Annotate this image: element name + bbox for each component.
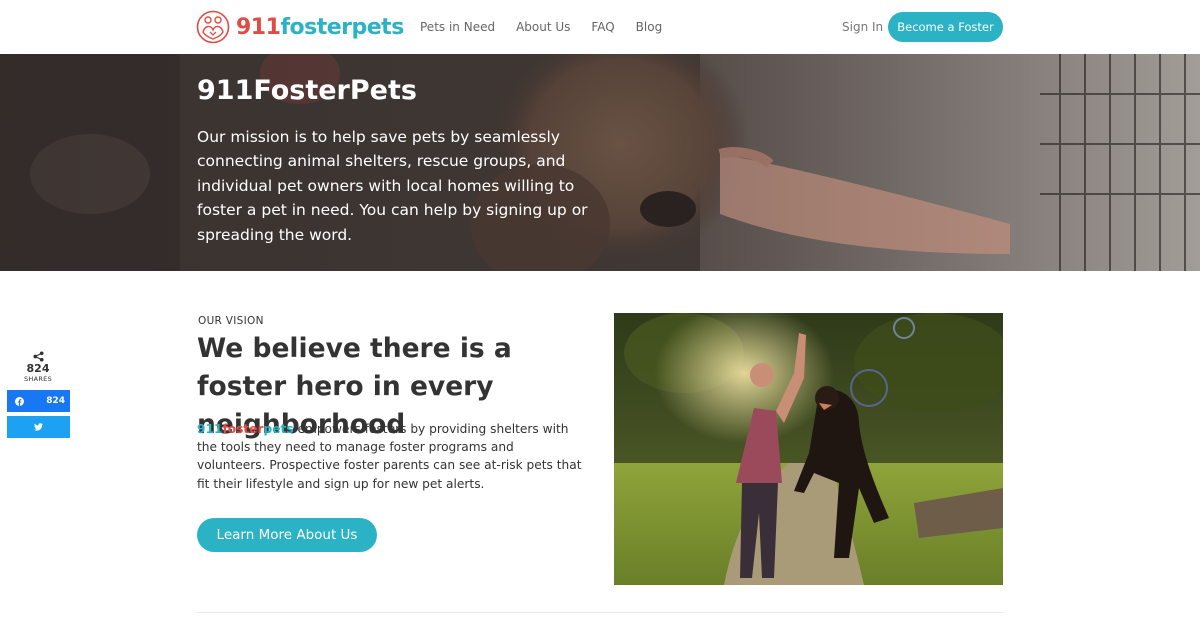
share-sidebar: 824 SHARES 824 [7, 351, 70, 438]
facebook-share-button[interactable]: 824 [7, 390, 70, 412]
logo-pets: pets [351, 14, 405, 40]
main-nav: Pets in Need About Us FAQ Blog [420, 0, 662, 54]
nav-about-us[interactable]: About Us [516, 20, 570, 34]
brand-911: 911 [197, 422, 223, 436]
learn-more-button[interactable]: Learn More About Us [197, 518, 377, 552]
nav-pets-in-need[interactable]: Pets in Need [420, 20, 495, 34]
logo-foster: foster [280, 14, 352, 40]
twitter-share-button[interactable] [7, 416, 70, 438]
section-divider [197, 612, 1003, 613]
pets-heart-logo-icon [196, 10, 230, 44]
facebook-icon [15, 396, 24, 406]
sign-in-link[interactable]: Sign In [842, 20, 883, 34]
hero-mission-text: Our mission is to help save pets by seam… [197, 128, 588, 244]
share-total: 824 [26, 362, 50, 375]
hero-title: 911FosterPets [197, 75, 417, 106]
brand-foster: foster [222, 422, 264, 436]
vision-body: 911fosterpets empowers fosters by provid… [197, 420, 582, 493]
site-logo[interactable]: 911fosterpets [196, 9, 404, 45]
facebook-share-count: 824 [46, 396, 65, 406]
hero-banner: 911FosterPets Our mission is to help sav… [0, 54, 1200, 271]
man-with-dog-photo [614, 313, 1003, 585]
site-header: 911fosterpets Pets in Need About Us FAQ … [0, 0, 1200, 54]
brand-pets: pets [263, 422, 294, 436]
nav-blog[interactable]: Blog [636, 20, 663, 34]
become-foster-button[interactable]: Become a Foster [888, 12, 1003, 42]
share-icon [32, 351, 44, 362]
logo-911: 911 [236, 14, 281, 40]
logo-wordmark: 911fosterpets [236, 15, 404, 40]
twitter-icon [34, 423, 43, 431]
vision-eyebrow: OUR VISION [198, 315, 264, 327]
shares-label: SHARES [23, 375, 52, 383]
share-count: 824 SHARES [7, 351, 69, 383]
nav-faq[interactable]: FAQ [591, 20, 614, 34]
